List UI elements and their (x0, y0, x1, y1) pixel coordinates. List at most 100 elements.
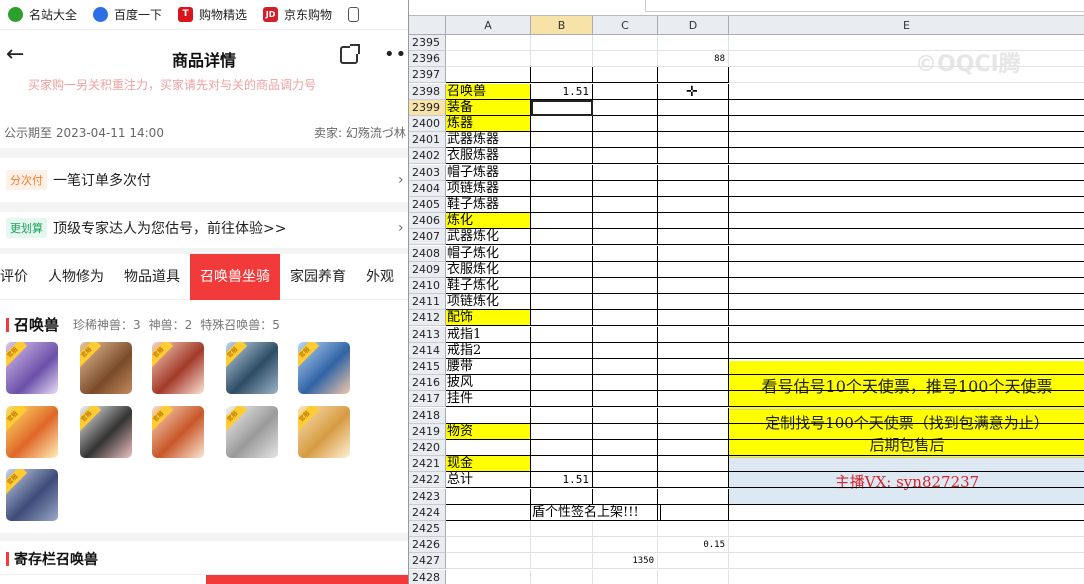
sheet-cell[interactable] (531, 67, 593, 83)
sheet-cell[interactable] (729, 132, 1084, 148)
row-header[interactable]: 2412 (409, 310, 446, 326)
sheet-cell[interactable] (658, 472, 729, 488)
tab-reviews[interactable]: 评价 (0, 254, 38, 300)
row-header[interactable]: 2427 (409, 553, 446, 569)
row-header[interactable]: 2426 (409, 537, 446, 553)
row-header[interactable]: 2408 (409, 246, 446, 262)
share-icon[interactable] (340, 44, 360, 64)
row-header[interactable]: 2396 (409, 51, 446, 67)
sheet-cell[interactable] (658, 148, 729, 164)
row-header[interactable]: 2410 (409, 278, 446, 294)
sheet-cell[interactable] (531, 181, 593, 197)
row-header[interactable]: 2425 (409, 521, 446, 537)
sheet-cell[interactable] (531, 310, 593, 326)
sheet-cell[interactable] (446, 408, 531, 424)
sheet-cell[interactable]: 0.15 (658, 537, 729, 553)
sheet-cell[interactable] (446, 570, 531, 584)
sheet-cell[interactable] (531, 148, 593, 164)
summon-avatar[interactable]: 官服 (226, 406, 278, 458)
sheet-cell[interactable] (658, 197, 729, 213)
sheet-cell[interactable] (658, 375, 729, 391)
row-header[interactable]: 2422 (409, 472, 446, 488)
sheet-cell[interactable] (729, 359, 1084, 375)
sheet-cell[interactable]: 物资 (446, 424, 531, 440)
sheet-cell[interactable] (658, 424, 729, 440)
tab-home[interactable]: 家园养育 (280, 254, 356, 300)
row-header[interactable]: 2414 (409, 343, 446, 359)
sheet-cell[interactable] (658, 181, 729, 197)
row-header[interactable]: 2415 (409, 359, 446, 375)
row-header[interactable]: 2416 (409, 375, 446, 391)
sheet-cell[interactable] (658, 553, 729, 569)
row-header[interactable]: 2423 (409, 489, 446, 505)
sheet-cell[interactable] (729, 197, 1084, 213)
sheet-cell[interactable] (658, 343, 729, 359)
sheet-cell[interactable] (658, 440, 729, 456)
sheet-cell[interactable] (531, 570, 593, 584)
sheet-cell[interactable] (658, 67, 729, 83)
row-header[interactable]: 2401 (409, 132, 446, 148)
sheet-cell[interactable]: 1350 (593, 553, 658, 569)
sheet-cell[interactable] (729, 408, 1084, 424)
sheet-cell[interactable] (593, 489, 658, 505)
sheet-cell[interactable] (658, 408, 729, 424)
summon-avatar[interactable]: 官服 (6, 406, 58, 458)
sheet-cell[interactable] (658, 505, 729, 521)
summon-avatar[interactable]: 官服 (298, 342, 350, 394)
sheet-cell[interactable] (531, 391, 593, 407)
sheet-cell[interactable] (729, 424, 1084, 440)
row-header[interactable]: 2417 (409, 391, 446, 407)
sheet-cell[interactable] (729, 213, 1084, 229)
sheet-cell[interactable]: 项链炼器 (446, 181, 531, 197)
sheet-cell[interactable] (531, 327, 593, 343)
summon-avatar[interactable]: 官服 (6, 342, 58, 394)
sheet-cell[interactable] (729, 553, 1084, 569)
sheet-cell[interactable] (658, 246, 729, 262)
sheet-cell[interactable] (729, 570, 1084, 584)
sheet-cell[interactable] (729, 262, 1084, 278)
bookmark-item[interactable] (348, 7, 365, 22)
sheet-cell[interactable] (531, 375, 593, 391)
sheet-cell[interactable] (531, 197, 593, 213)
row-header[interactable]: 2411 (409, 294, 446, 310)
row-header[interactable]: 2424 (409, 505, 446, 521)
sheet-cell[interactable] (593, 229, 658, 245)
row-header[interactable]: 2404 (409, 181, 446, 197)
tab-summons-mounts[interactable]: 召唤兽坐骑 (190, 253, 280, 300)
row-header[interactable]: 2397 (409, 67, 446, 83)
row-header[interactable]: 2421 (409, 456, 446, 472)
sheet-cell[interactable] (446, 521, 531, 537)
sheet-cell[interactable] (658, 165, 729, 181)
buy-button[interactable] (206, 575, 408, 584)
sheet-cell[interactable] (658, 327, 729, 343)
sheet-cell[interactable] (729, 327, 1084, 343)
sheet-cell[interactable] (593, 570, 658, 584)
sheet-cell[interactable] (658, 310, 729, 326)
sheet-cell[interactable]: 衣服炼化 (446, 262, 531, 278)
sheet-cell[interactable] (593, 472, 658, 488)
sheet-cell[interactable]: 1.51 (531, 472, 593, 488)
sheet-cell[interactable]: 炼器 (446, 116, 531, 132)
sheet-cell[interactable] (658, 456, 729, 472)
sheet-cell[interactable] (593, 51, 658, 67)
sheet-cell[interactable] (729, 343, 1084, 359)
sheet-cell[interactable] (658, 132, 729, 148)
sheet-cell[interactable] (729, 505, 1084, 521)
sheet-cell[interactable] (531, 359, 593, 375)
bookmark-item[interactable]: 名站大全 (8, 6, 77, 23)
sheet-cell[interactable] (531, 35, 593, 51)
sheet-cell[interactable] (729, 165, 1084, 181)
sheet-cell[interactable] (593, 132, 658, 148)
sheet-cell[interactable] (446, 505, 531, 521)
column-header-b[interactable]: B (531, 16, 593, 35)
sheet-cell[interactable] (531, 116, 593, 132)
installment-row[interactable]: 分次付 一笔订单多次付 › (0, 158, 408, 202)
sheet-cell[interactable] (531, 489, 593, 505)
sheet-cell[interactable] (593, 67, 658, 83)
sheet-cell[interactable] (593, 246, 658, 262)
sheet-cell[interactable] (729, 100, 1084, 116)
sheet-cell[interactable] (729, 246, 1084, 262)
tab-appearance[interactable]: 外观 (356, 254, 404, 300)
row-header[interactable]: 2402 (409, 148, 446, 164)
row-header[interactable]: 2420 (409, 440, 446, 456)
